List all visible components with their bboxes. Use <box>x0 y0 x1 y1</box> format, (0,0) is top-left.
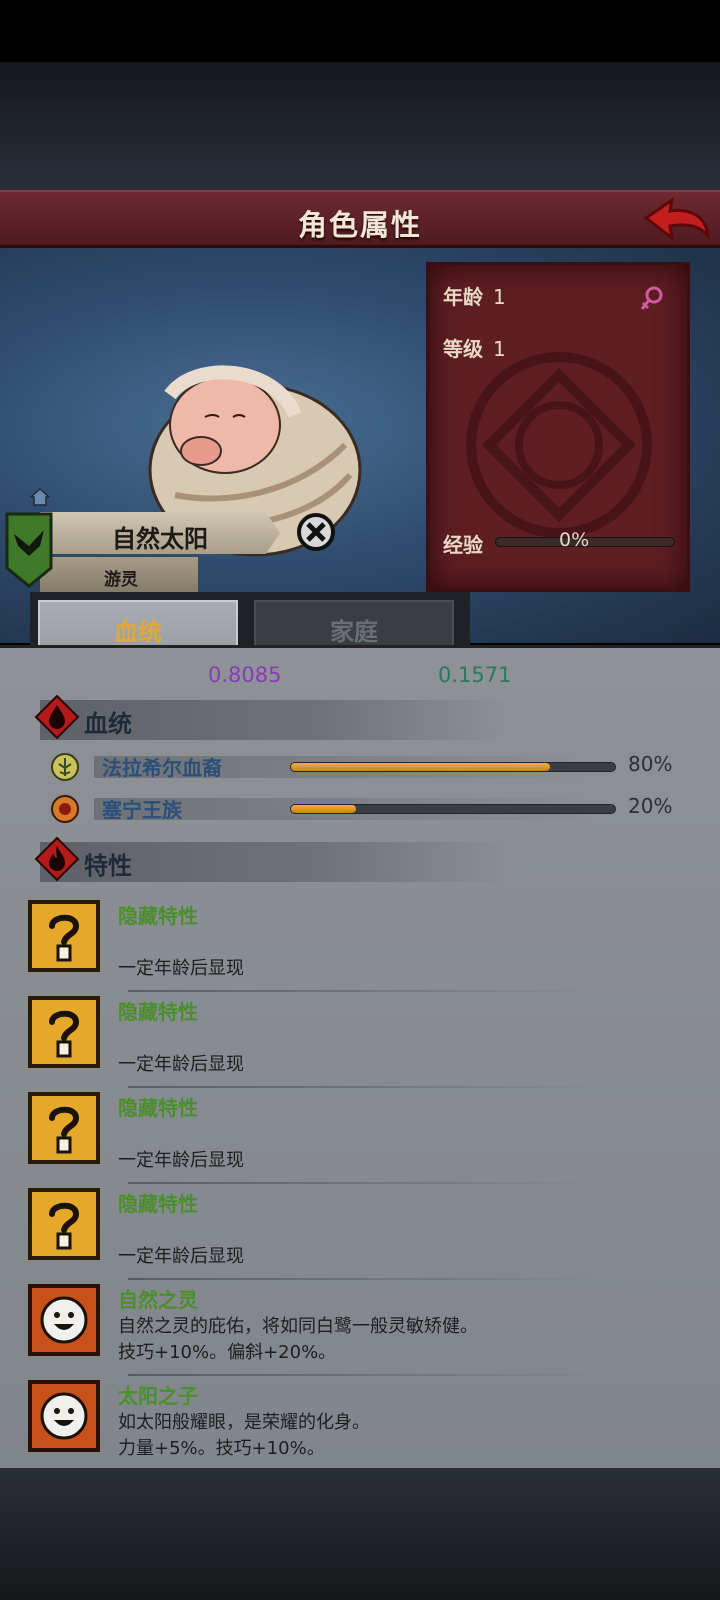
lineage-percent: 20% <box>628 794 673 818</box>
trait-divider <box>128 1374 598 1376</box>
question-icon <box>28 900 100 972</box>
bloodline-section-title: 血统 <box>84 710 132 738</box>
page-title: 角色属性 <box>297 208 422 242</box>
trait-desc-line2: 一定年龄后显现 <box>118 958 244 979</box>
trait-name: 隐藏特性 <box>118 1096 198 1120</box>
level-value: 1 <box>493 337 506 361</box>
trait-name: 自然之灵 <box>118 1288 198 1312</box>
trait-desc-line1: 自然之灵的庇佑，将如同白鹭一般灵敏矫健。 <box>118 1316 478 1337</box>
blood-drop-icon <box>34 694 80 740</box>
trait-divider <box>128 990 598 992</box>
close-icon[interactable] <box>296 512 336 552</box>
lineage-name: 法拉希尔血裔 <box>102 756 222 780</box>
top-background <box>0 62 720 192</box>
trait-name: 隐藏特性 <box>118 1000 198 1024</box>
stats-panel: 年龄 1 等级 1 经验 0% <box>426 262 690 592</box>
lineage-bar <box>290 804 616 814</box>
trait-desc-line2: 一定年龄后显现 <box>118 1054 244 1075</box>
trait-desc-line2: 力量+5%。技巧+10%。 <box>118 1438 325 1459</box>
tab-family[interactable]: 家庭 <box>254 600 454 648</box>
sun-face-icon <box>28 1284 100 1356</box>
trait-row[interactable]: 太阳之子如太阳般耀眼，是荣耀的化身。 力量+5%。技巧+10%。 <box>28 1380 668 1472</box>
level-label: 等级 <box>443 337 483 361</box>
lineage-row: 法拉希尔血裔 80% <box>50 752 690 782</box>
trait-row[interactable]: 自然之灵自然之灵的庇佑，将如同白鹭一般灵敏矫健。 技巧+10%。偏斜+20%。 <box>28 1284 668 1376</box>
level-stat: 等级 1 <box>443 333 506 362</box>
age-label: 年龄 <box>443 285 483 309</box>
trait-desc-line2: 一定年龄后显现 <box>118 1246 244 1267</box>
trait-row[interactable]: 隐藏特性一定年龄后显现 <box>28 900 668 992</box>
lineage-name: 塞宁王族 <box>102 798 182 822</box>
trait-name: 隐藏特性 <box>118 904 198 928</box>
status-bar-area <box>0 0 720 62</box>
trait-desc-line1: 如太阳般耀眼，是荣耀的化身。 <box>118 1412 370 1433</box>
tree-emblem-icon <box>51 753 79 781</box>
sun-emblem-icon <box>51 795 79 823</box>
question-icon <box>28 1188 100 1260</box>
traits-section-title: 特性 <box>84 852 132 880</box>
celtic-knot-emblem <box>466 352 652 538</box>
character-name: 自然太阳 <box>112 525 208 553</box>
partial-stat-right: 0.1571 <box>438 663 512 687</box>
female-gender-icon <box>640 286 663 310</box>
trait-name: 太阳之子 <box>118 1384 198 1408</box>
exp-label: 经验 <box>443 533 483 557</box>
lineage-bar-fill <box>291 763 551 771</box>
trait-row[interactable]: 隐藏特性一定年龄后显现 <box>28 996 668 1088</box>
trait-divider <box>128 1278 598 1280</box>
question-icon <box>28 996 100 1068</box>
trait-row[interactable]: 隐藏特性一定年龄后显现 <box>28 1092 668 1184</box>
house-icon <box>30 488 50 506</box>
lineage-bar-fill <box>291 805 356 813</box>
question-icon <box>28 1092 100 1164</box>
trait-divider <box>128 1182 598 1184</box>
age-stat: 年龄 1 <box>443 281 506 310</box>
trait-desc-line2: 技巧+10%。偏斜+20%。 <box>118 1342 337 1363</box>
lineage-bar <box>290 762 616 772</box>
lineage-row: 塞宁王族 20% <box>50 794 690 824</box>
partial-stat-left: 0.8085 <box>208 663 282 687</box>
bottom-background <box>0 1468 720 1600</box>
house-crest-shield-icon[interactable] <box>4 512 54 588</box>
lineage-percent: 80% <box>628 752 673 776</box>
sun-face-icon <box>28 1380 100 1452</box>
age-value: 1 <box>493 285 506 309</box>
trait-name: 隐藏特性 <box>118 1192 198 1216</box>
exp-value: 0% <box>559 529 590 551</box>
trait-divider <box>128 1086 598 1088</box>
trait-row[interactable]: 隐藏特性一定年龄后显现 <box>28 1188 668 1280</box>
back-arrow-icon[interactable] <box>642 196 712 246</box>
flame-icon <box>34 836 80 882</box>
header-banner: 角色属性 <box>0 190 720 248</box>
trait-desc-line2: 一定年龄后显现 <box>118 1150 244 1171</box>
character-title: 游灵 <box>104 570 138 590</box>
